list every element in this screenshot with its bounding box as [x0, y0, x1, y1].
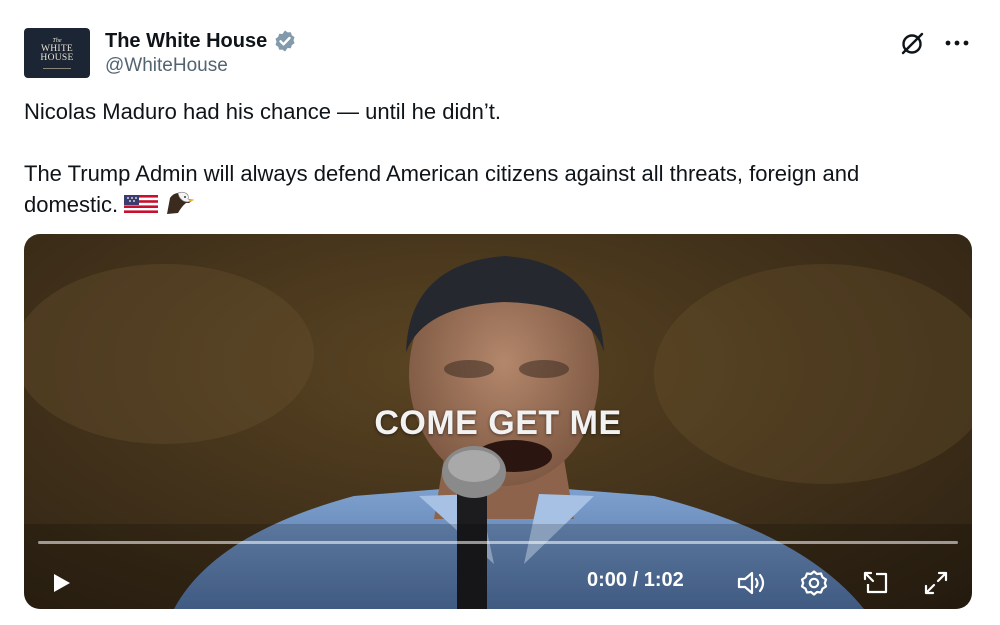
video-controls: 0:00 / 1:02 [24, 564, 972, 598]
more-horizontal-icon [945, 40, 969, 46]
author-name-row[interactable]: The White House [105, 29, 297, 53]
avatar-rule [43, 67, 71, 69]
fullscreen-button[interactable] [918, 566, 954, 600]
avatar-text-house: HOUSE [40, 53, 74, 63]
picture-in-picture-button[interactable] [858, 566, 894, 600]
play-icon [54, 574, 70, 592]
volume-button[interactable] [734, 566, 770, 600]
video-player[interactable]: COME GET ME 0:00 / 1:02 [24, 234, 972, 609]
verified-badge-icon[interactable] [273, 29, 297, 53]
account-handle[interactable]: @WhiteHouse [105, 55, 228, 77]
display-name[interactable]: The White House [105, 30, 267, 53]
video-time-display: 0:00 / 1:02 [587, 569, 684, 591]
tweet-card: The WHITE HOUSE The White House @WhiteHo… [0, 0, 1000, 625]
eagle-icon [167, 191, 195, 214]
settings-icon [800, 570, 828, 596]
video-progress-bar[interactable] [38, 541, 958, 544]
us-flag-icon [124, 195, 159, 213]
pip-icon [863, 571, 888, 594]
fullscreen-icon [924, 571, 948, 595]
avatar-text-the: The [52, 37, 62, 44]
grok-button[interactable] [896, 28, 928, 58]
grok-slash-circle-icon [901, 32, 924, 55]
more-options-button[interactable] [940, 28, 974, 58]
tweet-paragraph-2: The Trump Admin will always defend Ameri… [24, 158, 944, 220]
play-button[interactable] [46, 568, 76, 598]
volume-icon [737, 571, 765, 595]
avatar[interactable]: The WHITE HOUSE [24, 28, 90, 78]
tweet-text: Nicolas Maduro had his chance — until he… [24, 96, 944, 220]
video-caption: COME GET ME [374, 404, 622, 442]
tweet-paragraph-1: Nicolas Maduro had his chance — until he… [24, 99, 501, 124]
settings-button[interactable] [796, 566, 832, 600]
